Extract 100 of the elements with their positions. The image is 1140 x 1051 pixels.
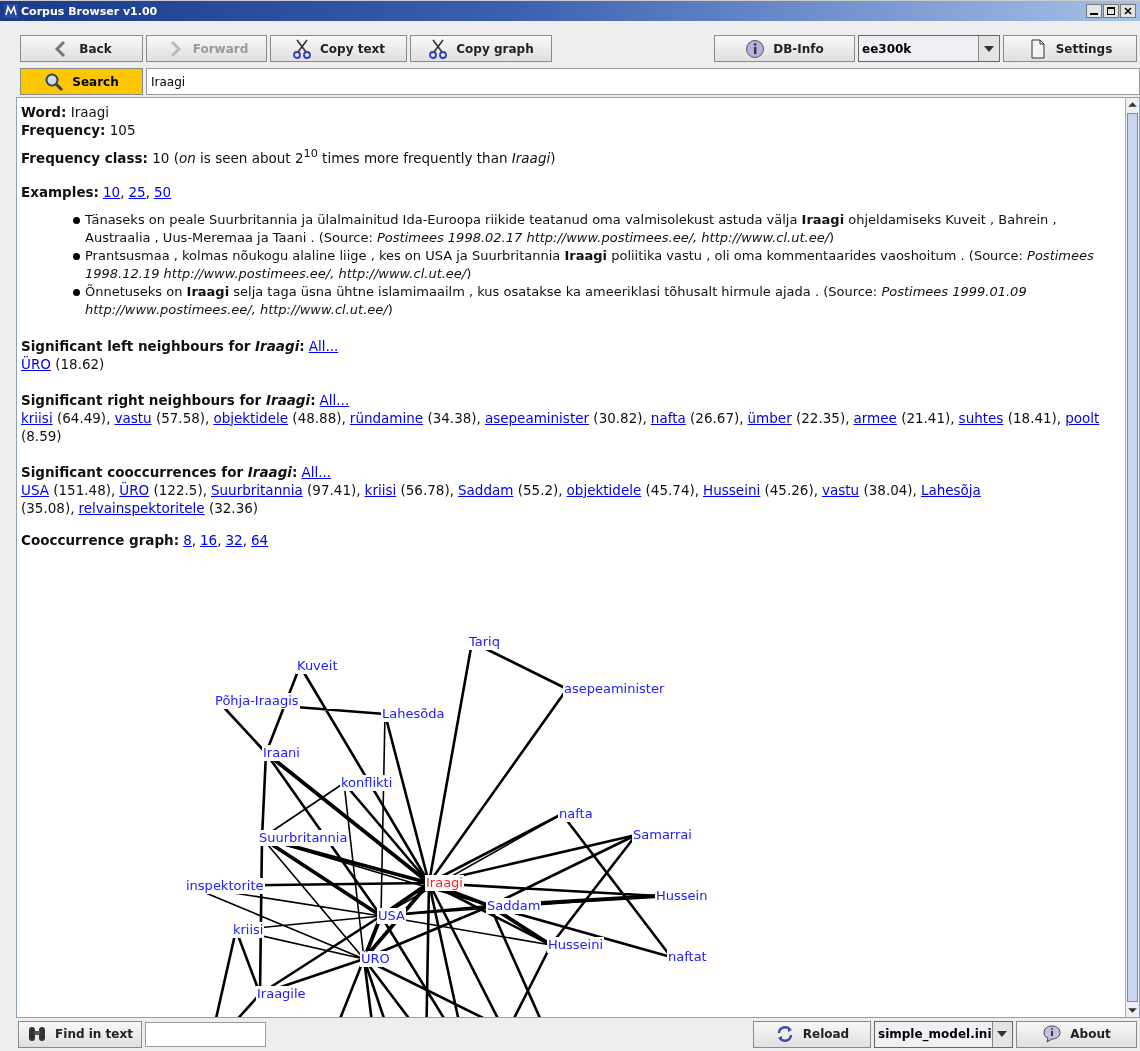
score-text: (97.41), xyxy=(307,481,361,498)
info-icon xyxy=(745,38,766,59)
score-text: (32.36) xyxy=(208,499,259,516)
search-field[interactable]: Iraagi xyxy=(146,68,1140,95)
app-icon xyxy=(4,4,18,18)
model-dropdown[interactable]: simple_model.ini xyxy=(874,1020,1013,1048)
word-link[interactable]: vastu xyxy=(114,409,152,426)
graph-node-label[interactable]: USA xyxy=(377,907,406,924)
scroll-thumb[interactable] xyxy=(1127,113,1138,1002)
section-heading: Significant right neighbours for Iraagi: xyxy=(21,391,316,408)
graph-size-link[interactable]: 16 xyxy=(200,531,218,548)
window-title: Corpus Browser v1.00 xyxy=(21,4,158,18)
word-link[interactable]: Husseini xyxy=(703,481,761,498)
graph-size-link[interactable]: 8 xyxy=(183,531,192,548)
close-button[interactable] xyxy=(1120,4,1136,18)
all-link[interactable]: All... xyxy=(308,337,339,354)
graph-node-label[interactable]: Lahesõda xyxy=(381,705,446,722)
word-link[interactable]: ründamine xyxy=(349,409,424,426)
toolbar-button[interactable]: Copy text xyxy=(270,35,407,62)
score-text: (30.82), xyxy=(593,409,647,426)
graph-node-label[interactable]: Samarrai xyxy=(632,826,693,843)
separator: , xyxy=(145,183,150,200)
word-link[interactable]: ÜRO xyxy=(21,355,51,372)
word-link[interactable]: objektidele xyxy=(213,409,289,426)
examples-link[interactable]: 50 xyxy=(153,183,172,200)
graph-size-link[interactable]: 32 xyxy=(225,531,243,548)
find-field[interactable] xyxy=(145,1021,266,1047)
score-text: (8.59) xyxy=(21,427,62,444)
frequency-class-line: Frequency class: 10 (on is seen about 2$^{10}$ times more frequently than Iraagi) xyxy=(21,146,557,168)
word-link[interactable]: kriisi xyxy=(364,481,397,498)
speech-bubble-icon xyxy=(1042,1024,1063,1044)
minimize-button[interactable] xyxy=(1086,4,1102,18)
separator: , xyxy=(217,531,222,548)
dropdown-arrow-icon xyxy=(997,1031,1008,1037)
word-link[interactable]: vastu xyxy=(822,481,860,498)
toolbar-button[interactable]: Back xyxy=(20,35,143,62)
graph-node-label[interactable]: nafta xyxy=(558,805,594,822)
bullet-icon xyxy=(73,288,80,296)
info-line: Word: Iraagi xyxy=(21,103,111,121)
word-link[interactable]: USA xyxy=(21,481,49,498)
word-link[interactable]: asepeaminister xyxy=(484,409,590,426)
word-link[interactable]: relvainspektoritele xyxy=(78,499,205,516)
search-button[interactable]: Search xyxy=(20,68,143,95)
word-link[interactable]: objektidele xyxy=(566,481,642,498)
score-text: (22.35), xyxy=(796,409,850,426)
bottom-button[interactable]: Find in text xyxy=(18,1020,142,1048)
graph-node-label[interactable]: Tariq xyxy=(468,633,501,650)
binoculars-icon xyxy=(27,1024,48,1044)
graph-node-label[interactable]: Iraani xyxy=(262,744,301,761)
score-text: (64.49), xyxy=(56,409,111,426)
score-text: (35.08), xyxy=(21,499,75,516)
separator: , xyxy=(191,531,196,548)
word-link[interactable]: Suurbritannia xyxy=(210,481,303,498)
word-link[interactable]: nafta xyxy=(650,409,686,426)
maximize-button[interactable] xyxy=(1103,4,1119,18)
word-link[interactable]: poolt xyxy=(1065,409,1100,426)
maximize-icon xyxy=(1106,6,1116,16)
graph-node-label[interactable]: asepeaminister xyxy=(563,680,666,697)
bullet-icon xyxy=(73,252,80,260)
examples-link[interactable]: 25 xyxy=(128,183,146,200)
graph-node-label[interactable]: kriisi xyxy=(232,921,265,938)
bottom-button[interactable]: Reload xyxy=(753,1020,871,1048)
scissors-icon xyxy=(292,38,312,59)
score-text: (45.74), xyxy=(645,481,700,498)
dropdown-arrow-icon xyxy=(984,45,994,52)
score-text: (55.2), xyxy=(517,481,563,498)
graph-node-label[interactable]: Kuveit xyxy=(296,657,339,674)
graph-node-label[interactable]: inspektorite xyxy=(185,877,265,894)
word-link[interactable]: kriisi xyxy=(21,409,53,426)
graph-node-label[interactable]: Põhja-Iraagis xyxy=(214,692,300,709)
score-text: (57.58), xyxy=(155,409,210,426)
toolbar-button[interactable]: Copy graph xyxy=(410,35,552,62)
bottom-button[interactable]: About xyxy=(1016,1020,1137,1048)
word-link[interactable]: ümber xyxy=(747,409,792,426)
all-link[interactable]: All... xyxy=(301,463,332,480)
word-link[interactable]: ÜRO xyxy=(119,481,150,498)
toolbar-button[interactable]: DB-Info xyxy=(714,35,855,62)
word-link[interactable]: Saddam xyxy=(458,481,514,498)
graph-links-label: Cooccurrence graph: xyxy=(21,531,180,548)
search-icon xyxy=(44,71,65,92)
graph-node-label[interactable]: Husseini xyxy=(547,936,605,953)
word-link[interactable]: armee xyxy=(853,409,897,426)
graph-node-label[interactable]: Suurbritannia xyxy=(258,829,349,846)
all-link[interactable]: All... xyxy=(319,391,350,408)
scrollbar[interactable] xyxy=(1125,98,1139,1017)
separator: , xyxy=(242,531,247,548)
score-text: (38.04), xyxy=(863,481,917,498)
graph-node-label[interactable]: Saddam xyxy=(486,897,542,914)
graph-node-label[interactable]: Iraagile xyxy=(256,985,307,1002)
word-link[interactable]: suhtes xyxy=(958,409,1004,426)
graph-node-label[interactable]: konflikti xyxy=(340,774,394,791)
toolbar-button[interactable]: Settings xyxy=(1003,35,1137,62)
graph-node-label[interactable]: ÜRO xyxy=(360,950,391,967)
database-dropdown[interactable]: ee300k xyxy=(858,35,1000,62)
section-heading: Significant left neighbours for Iraagi: xyxy=(21,337,305,354)
graph-size-link[interactable]: 64 xyxy=(251,531,269,548)
score-text: (122.5), xyxy=(153,481,207,498)
examples-link[interactable]: 10 xyxy=(103,183,121,200)
graph-node-label[interactable]: Iraagi xyxy=(425,874,464,891)
word-link[interactable]: Lahesõja xyxy=(920,481,981,498)
